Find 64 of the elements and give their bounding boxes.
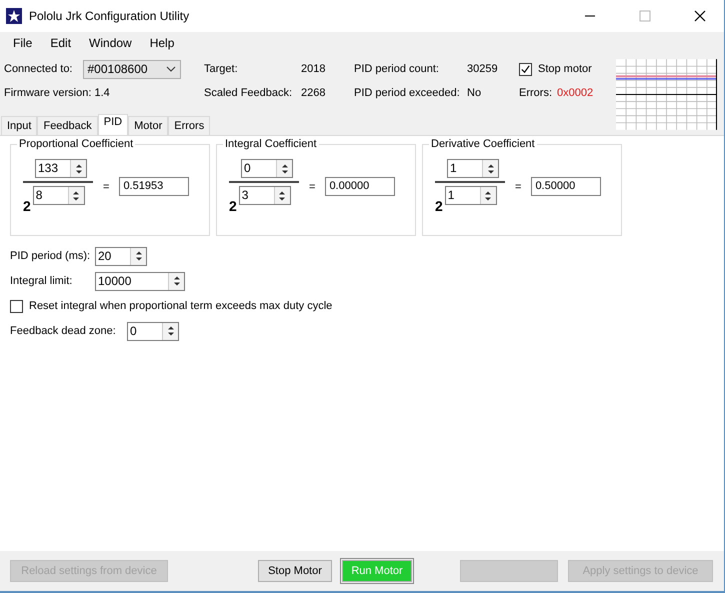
window-title: Pololu Jrk Configuration Utility	[29, 9, 190, 23]
group-title: Derivative Coefficient	[429, 138, 537, 150]
group-title: Integral Coefficient	[223, 138, 319, 150]
device-dropdown[interactable]: #00108600	[82, 60, 180, 78]
spin-arrows-icon[interactable]	[480, 187, 496, 204]
menu-item[interactable]: Edit	[41, 36, 80, 50]
number-spinner[interactable]: 0	[127, 322, 179, 340]
tab[interactable]: Input	[1, 116, 38, 135]
base-text: 2	[435, 198, 443, 214]
field-label: PID period count:	[354, 63, 440, 75]
spin-arrows-icon[interactable]	[68, 187, 84, 204]
equals-sign: =	[309, 180, 316, 192]
checkbox[interactable]	[519, 62, 532, 76]
exponent-spinner[interactable]: 1	[444, 186, 497, 205]
tab[interactable]: Errors	[168, 116, 210, 135]
equals-sign: =	[515, 180, 522, 192]
checkbox-label: Reset integral when proportional term exceeds max duty cycle	[29, 300, 332, 312]
field-value: No	[467, 87, 482, 99]
menu-item[interactable]: Window	[80, 36, 141, 50]
field-value: 2268	[301, 87, 326, 99]
group-title: Proportional Coefficient	[17, 138, 136, 150]
connected-label: Connected to:	[4, 63, 72, 75]
close-icon[interactable]	[694, 10, 706, 22]
spin-arrows-icon[interactable]	[276, 160, 292, 177]
spin-arrows-icon[interactable]	[482, 160, 498, 177]
field-value: 2018	[301, 63, 326, 75]
spin-arrows-icon[interactable]	[274, 187, 290, 204]
stop-motor-label: Stop motor	[538, 63, 592, 75]
result-field: 0.00000	[325, 177, 396, 196]
errors-label: Errors:	[519, 87, 553, 99]
field-value: 30259	[467, 63, 498, 75]
setting-label: Feedback dead zone:	[10, 325, 117, 337]
spin-arrows-icon[interactable]	[130, 248, 146, 264]
tab[interactable]: PID	[98, 114, 128, 135]
equals-sign: =	[103, 180, 110, 192]
spin-arrows-icon[interactable]	[70, 160, 86, 177]
spin-arrows-icon[interactable]	[168, 272, 184, 290]
spin-arrows-icon[interactable]	[162, 322, 178, 340]
errors-value: 0x0002	[557, 87, 594, 99]
setting-label: PID period (ms):	[10, 250, 92, 262]
numerator-spinner[interactable]: 0	[241, 159, 293, 178]
menu-item[interactable]: Help	[140, 36, 184, 50]
field-label: Scaled Feedback:	[204, 87, 294, 99]
chevron-down-icon	[166, 66, 176, 72]
tab[interactable]: Feedback	[37, 116, 98, 135]
tab[interactable]: Motor	[128, 116, 168, 135]
checkbox[interactable]	[10, 300, 23, 312]
menu-item[interactable]: File	[4, 36, 42, 50]
numerator-spinner[interactable]: 133	[35, 159, 87, 178]
exponent-spinner[interactable]: 8	[32, 186, 85, 205]
number-spinner[interactable]: 10000	[95, 272, 185, 290]
result-field: 0.51953	[119, 177, 190, 196]
firmware-version: Firmware version: 1.4	[4, 87, 110, 99]
action-button[interactable]: Stop Motor	[258, 560, 332, 582]
setting-label: Integral limit:	[10, 275, 74, 287]
field-label: Target:	[204, 63, 239, 75]
base-text: 2	[23, 198, 31, 214]
number-spinner[interactable]: 20	[95, 246, 147, 266]
field-label: PID period exceeded:	[354, 87, 461, 99]
app-logo-icon	[6, 8, 22, 24]
result-field: 0.50000	[531, 177, 602, 196]
base-text: 2	[229, 198, 237, 214]
exponent-spinner[interactable]: 3	[238, 186, 291, 205]
numerator-spinner[interactable]: 1	[447, 159, 499, 178]
